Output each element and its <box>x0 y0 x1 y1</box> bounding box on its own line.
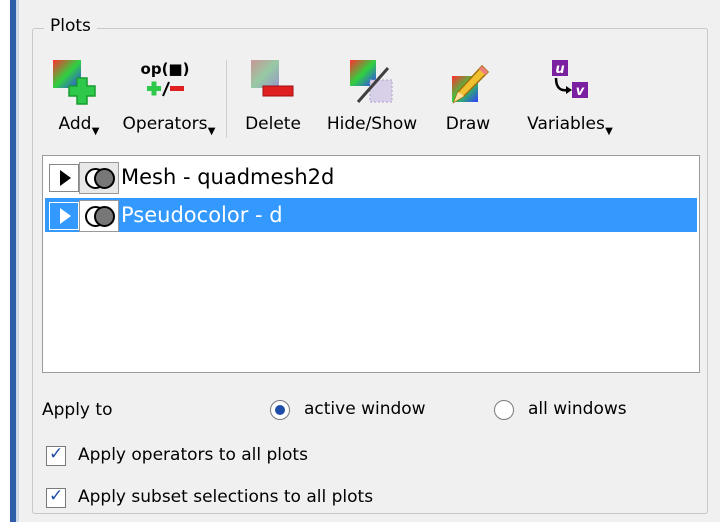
add-button[interactable]: Add ▼ <box>50 58 100 137</box>
plot-row[interactable]: Mesh - quadmesh2d <box>45 160 697 194</box>
delete-plot-icon <box>251 60 294 97</box>
operators-icon: op(■) <box>141 60 189 97</box>
plot-list[interactable]: Mesh - quadmesh2d Pseudocolor - d <box>42 155 700 373</box>
hide-show-button[interactable]: Hide/Show <box>322 58 422 134</box>
all-windows-label: all windows <box>528 399 627 419</box>
draw-icon <box>452 64 490 104</box>
variables-button[interactable]: u v Variables ▼ <box>518 58 614 137</box>
add-dropdown-arrow: ▼ <box>91 126 100 137</box>
operators-label: Operators <box>122 114 208 134</box>
apply-subset-label: Apply subset selections to all plots <box>78 487 374 507</box>
active-window-label: active window <box>304 399 426 419</box>
checkbox-checked-icon <box>46 486 66 508</box>
delete-label: Delete <box>245 114 301 134</box>
add-label: Add <box>58 114 92 134</box>
apply-to-label: Apply to <box>42 400 113 420</box>
plot-visibility-icon[interactable] <box>79 200 119 232</box>
expand-arrow-icon <box>60 170 71 186</box>
variables-dropdown-arrow: ▼ <box>605 126 613 137</box>
window-border-shadow <box>16 0 19 522</box>
expand-arrow-icon <box>60 208 71 224</box>
plot-name: Pseudocolor - d <box>121 203 283 227</box>
draw-label: Draw <box>445 114 491 134</box>
svg-text:v: v <box>576 84 585 99</box>
checkbox-checked-icon <box>46 444 66 466</box>
hide-show-label: Hide/Show <box>326 114 418 134</box>
plot-visibility-icon[interactable] <box>79 162 119 194</box>
delete-button[interactable]: Delete <box>238 58 308 134</box>
toolbar-separator <box>226 60 227 138</box>
plot-name: Mesh - quadmesh2d <box>121 165 335 189</box>
expand-toggle[interactable] <box>49 202 79 230</box>
apply-operators-label: Apply operators to all plots <box>78 445 308 465</box>
window-edge <box>0 0 10 522</box>
add-plot-icon <box>53 60 96 105</box>
svg-text:u: u <box>555 62 564 77</box>
variables-icon: u v <box>552 60 588 99</box>
plot-row-selected[interactable]: Pseudocolor - d <box>45 198 697 232</box>
radio-unselected-icon <box>494 400 514 420</box>
draw-button[interactable]: Draw <box>440 58 496 134</box>
plots-group-title: Plots <box>44 16 97 36</box>
operators-dropdown-arrow: ▼ <box>207 126 216 137</box>
variables-label: Variables <box>527 114 605 134</box>
operators-button[interactable]: op(■) Operators ▼ <box>115 58 216 137</box>
operators-icon-glyph: op(■) <box>141 60 189 78</box>
hide-show-icon <box>350 60 393 103</box>
radio-selected-icon <box>270 400 290 420</box>
expand-toggle[interactable] <box>49 164 79 192</box>
